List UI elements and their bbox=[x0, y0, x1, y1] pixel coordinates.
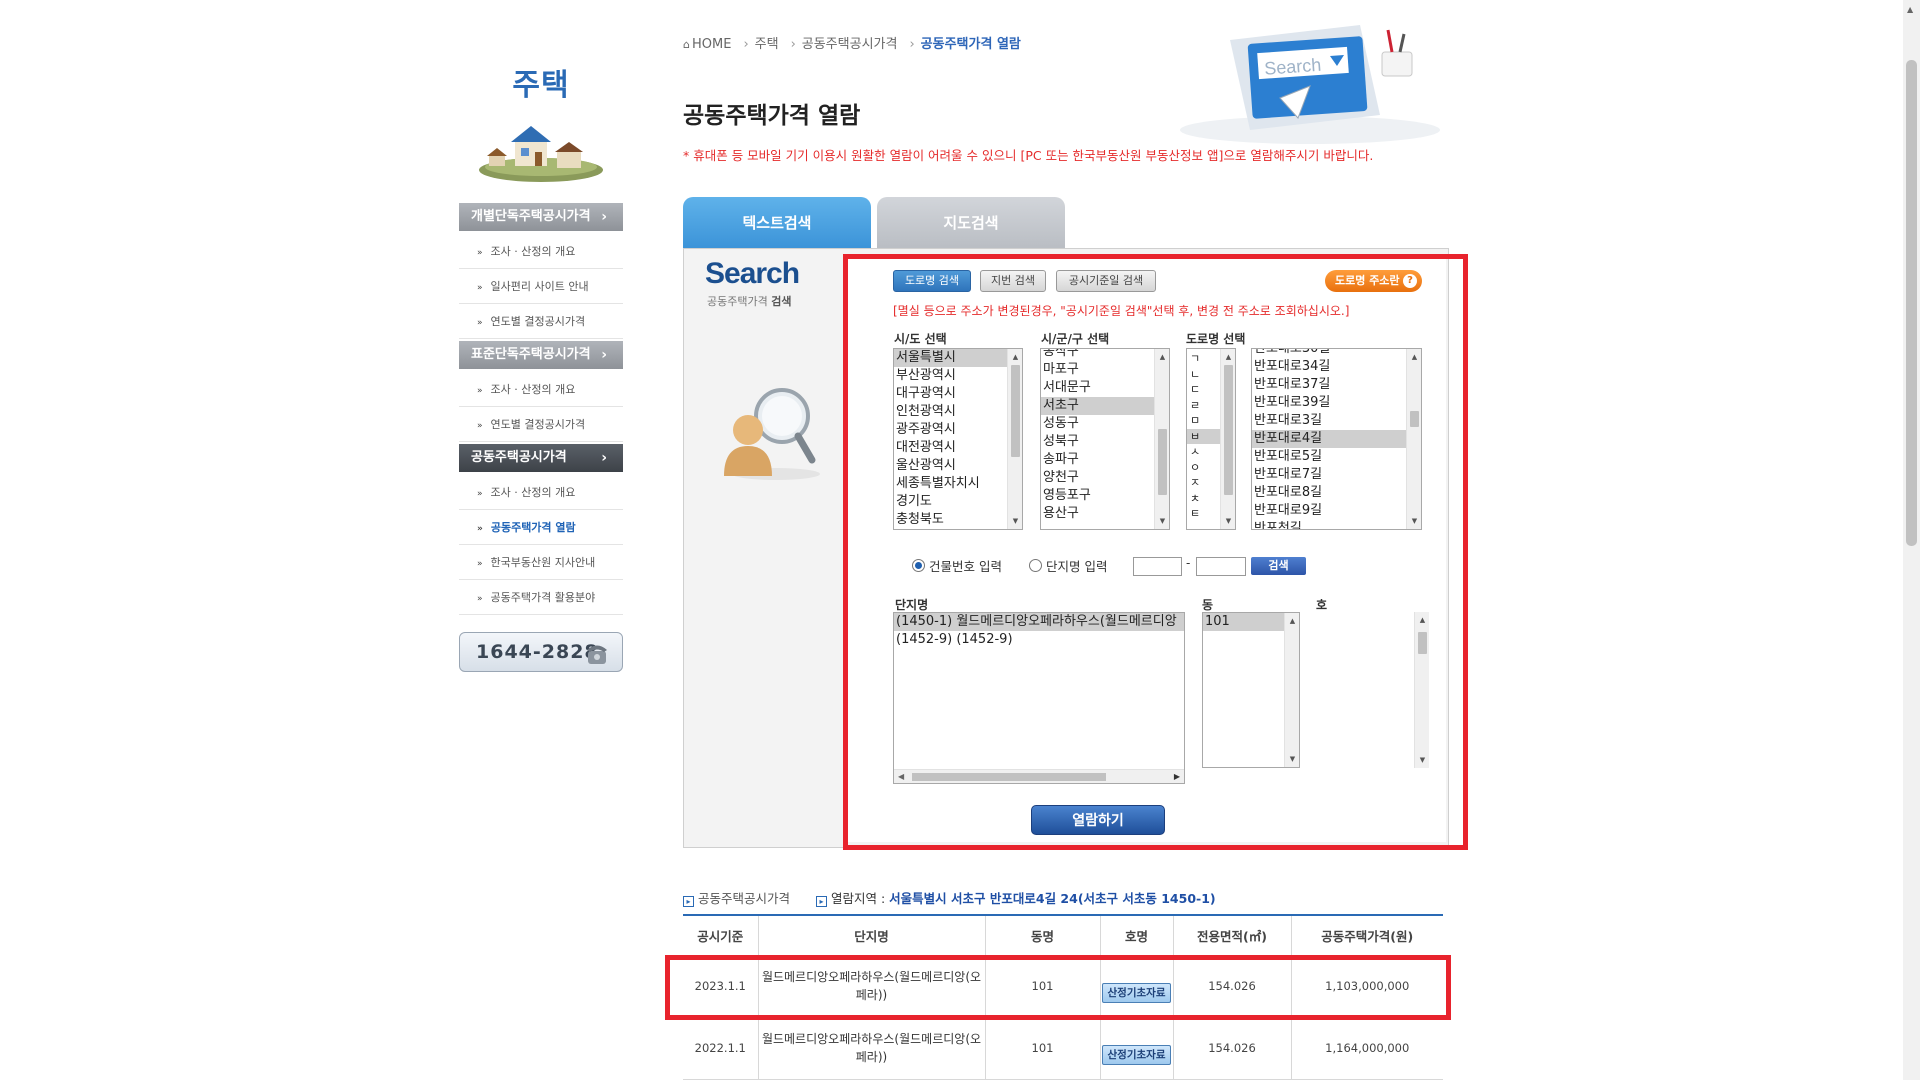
sidebar-item-label: 공동주택가격 열람 bbox=[490, 521, 576, 534]
sidebar-item-branch-guide[interactable]: » 한국부동산원 지사안내 bbox=[459, 545, 623, 580]
breadcrumb-housing[interactable]: 주택 bbox=[755, 37, 779, 52]
hero-search-text: Search bbox=[1264, 55, 1322, 79]
search-logo: Search bbox=[705, 257, 800, 290]
sidebar-group-standard-house[interactable]: 표준단독주택공시가격 › bbox=[459, 341, 623, 369]
tab-map-search[interactable]: 지도검색 bbox=[877, 197, 1065, 249]
sidebar-item-label: 한국부동산원 지사안내 bbox=[490, 556, 596, 569]
sidebar-item-label: 조사 · 산정의 개요 bbox=[490, 383, 576, 396]
sidebar-title: 주택 bbox=[512, 68, 570, 103]
column-header: 공동주택가격(원) bbox=[1290, 914, 1443, 956]
column-header: 단지명 bbox=[757, 914, 985, 956]
bullet-icon: » bbox=[477, 248, 483, 258]
person-magnifier-icon bbox=[724, 388, 820, 480]
table-cell-dong: 101 bbox=[984, 1017, 1100, 1080]
results-label: 공동주택공시가격 bbox=[698, 891, 791, 906]
sidebar-group-label: 표준단독주택공시가격 bbox=[471, 347, 591, 362]
arrow-box-icon: ▸ bbox=[816, 896, 827, 907]
sidebar-group-individual-house[interactable]: 개별단독주택공시가격 › bbox=[459, 203, 623, 231]
sidebar-item-survey-overview-3[interactable]: » 조사 · 산정의 개요 bbox=[459, 475, 623, 510]
bullet-icon: » bbox=[477, 386, 483, 396]
results-area-label: 열람지역 : bbox=[831, 891, 886, 906]
arrow-up-icon[interactable]: ▲ bbox=[1907, 5, 1913, 14]
chevron-right-icon: › bbox=[743, 37, 749, 52]
page-scrollbar[interactable]: ▲ bbox=[1903, 0, 1920, 1080]
calculation-basis-button[interactable]: 산정기초자료 bbox=[1101, 1045, 1172, 1065]
phone-number-banner: 1644-2828 bbox=[459, 632, 623, 672]
table-header-row: 공시기준 단지명 동명 호명 전용면적(㎡) 공동주택가격(원) bbox=[683, 914, 1443, 956]
chevron-right-icon: › bbox=[790, 37, 796, 52]
sidebar-item-apartment-price-view[interactable]: » 공동주택가격 열람 bbox=[459, 510, 623, 545]
bullet-icon: » bbox=[477, 318, 483, 328]
search-logo-subtitle: 공동주택가격 검색 bbox=[707, 293, 791, 309]
chevron-right-icon: › bbox=[601, 450, 607, 466]
chevron-right-icon: › bbox=[909, 37, 915, 52]
sidebar-item-label: 연도별 결정공시가격 bbox=[490, 315, 586, 328]
breadcrumb-home[interactable]: HOME bbox=[692, 37, 731, 52]
hero-search-illustration: Search bbox=[1180, 25, 1440, 144]
table-cell-price: 1,164,000,000 bbox=[1290, 1017, 1443, 1080]
sidebar-item-survey-overview-1[interactable]: » 조사 · 산정의 개요 bbox=[459, 234, 623, 269]
table-cell-complex-name: 월드메르디앙오페라하우스(월드메르디앙(오페라)) bbox=[757, 1017, 985, 1080]
bullet-icon: » bbox=[477, 421, 483, 431]
sidebar-item-survey-overview-2[interactable]: » 조사 · 산정의 개요 bbox=[459, 372, 623, 407]
bullet-icon: » bbox=[477, 559, 483, 569]
chevron-right-icon: › bbox=[601, 209, 607, 225]
house-illustration bbox=[479, 126, 603, 182]
breadcrumb-apartment-price[interactable]: 공동주택공시가격 bbox=[802, 37, 898, 52]
bullet-icon: » bbox=[477, 489, 483, 499]
bullet-icon: » bbox=[477, 283, 483, 293]
breadcrumb: ⌂ HOME › 주택 › 공동주택공시가격 › 공동주택가격 열람 bbox=[683, 33, 1027, 52]
column-header: 전용면적(㎡) bbox=[1172, 914, 1291, 956]
table-cell-area: 154.026 bbox=[1172, 1017, 1291, 1080]
sidebar-item-label: 일사편리 사이트 안내 bbox=[490, 280, 589, 293]
tab-text-search[interactable]: 텍스트검색 bbox=[683, 197, 871, 249]
search-logo-subtitle-text: 공동주택가격 bbox=[707, 295, 768, 308]
table-cell-ho: 산정기초자료 bbox=[1099, 1017, 1173, 1080]
sidebar-item-label: 연도별 결정공시가격 bbox=[490, 418, 586, 431]
sidebar-item-ilsapyeonri[interactable]: » 일사편리 사이트 안내 bbox=[459, 269, 623, 304]
sidebar-item-yearly-price-2[interactable]: » 연도별 결정공시가격 bbox=[459, 407, 623, 442]
arrow-box-icon: ▸ bbox=[683, 896, 694, 907]
phone-icon bbox=[587, 645, 607, 664]
column-header: 동명 bbox=[984, 914, 1100, 956]
home-icon: ⌂ bbox=[683, 38, 690, 51]
sidebar-item-label: 조사 · 산정의 개요 bbox=[490, 486, 576, 499]
column-header: 호명 bbox=[1099, 914, 1173, 956]
sidebar-item-price-usage[interactable]: » 공동주택가격 활용분야 bbox=[459, 580, 623, 615]
table-row: 2022.1.1 월드메르디앙오페라하우스(월드메르디앙(오페라)) 101 산… bbox=[683, 1017, 1443, 1080]
result-row-highlight bbox=[665, 955, 1451, 1020]
scrollbar-thumb[interactable] bbox=[1906, 60, 1917, 546]
results-area-value: 서울특별시 서초구 반포대로4길 24(서초구 서초동 1450-1) bbox=[889, 891, 1216, 906]
sidebar-group-apartment[interactable]: 공동주택공시가격 › bbox=[459, 444, 623, 472]
phone-number: 1644-2828 bbox=[476, 641, 599, 663]
bullet-icon: » bbox=[477, 594, 483, 604]
sidebar-item-label: 공동주택가격 활용분야 bbox=[490, 591, 596, 604]
sidebar-item-label: 조사 · 산정의 개요 bbox=[490, 245, 576, 258]
bullet-icon: » bbox=[477, 524, 483, 534]
search-logo-subtitle-bold: 검색 bbox=[771, 295, 792, 308]
sidebar-group-label: 공동주택공시가격 bbox=[471, 450, 567, 465]
table-cell-date: 2022.1.1 bbox=[683, 1017, 758, 1080]
results-header: ▸ 공동주택공시가격 ▸ 열람지역 : 서울특별시 서초구 반포대로4길 24(서초… bbox=[683, 888, 1216, 907]
sidebar-group-label: 개별단독주택공시가격 bbox=[471, 209, 591, 224]
chevron-right-icon: › bbox=[601, 347, 607, 363]
breadcrumb-current: 공동주택가격 열람 bbox=[920, 37, 1021, 52]
column-header: 공시기준 bbox=[683, 914, 758, 956]
sidebar-item-yearly-price-1[interactable]: » 연도별 결정공시가격 bbox=[459, 304, 623, 339]
search-form-highlight bbox=[843, 254, 1468, 850]
page-title: 공동주택가격 열람 bbox=[683, 103, 861, 129]
